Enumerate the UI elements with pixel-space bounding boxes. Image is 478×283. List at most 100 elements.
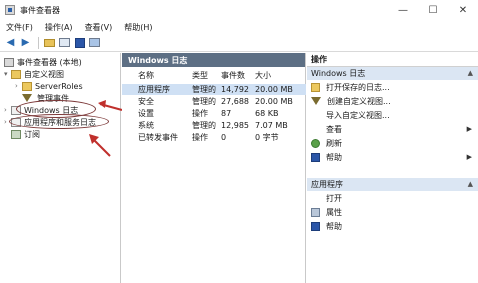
navigation-tree: 事件查看器 (本地) ▾ 自定义视图 › ServerRoles 管理事件 › … (0, 53, 121, 283)
window-title: 事件查看器 (20, 5, 60, 15)
cell-size: 0 字节 (255, 133, 279, 142)
folder-icon (11, 69, 21, 79)
title-bar: 事件查看器 — ☐ ✕ (0, 0, 478, 20)
collapse-caret-icon[interactable]: ▾ (4, 70, 11, 78)
action-view[interactable]: 查看 ▶ (307, 122, 478, 136)
tree-item-root[interactable]: 事件查看器 (本地) (4, 56, 82, 68)
column-header-size[interactable]: 大小 (255, 70, 271, 81)
action-help-app[interactable]: 帮助 (307, 219, 478, 233)
table-row[interactable]: 设置 操作 87 68 KB (122, 108, 306, 119)
cell-count: 0 (221, 133, 227, 142)
close-button[interactable]: ✕ (448, 0, 478, 20)
log-list-pane: Windows 日志 名称 类型 事件数 大小 应用程序 管理的 14,792 … (122, 53, 306, 283)
window-controls: — ☐ ✕ (388, 0, 478, 20)
maximize-button[interactable]: ☐ (418, 0, 448, 20)
open-folder-button[interactable] (43, 36, 56, 49)
cell-size: 20.00 MB (255, 85, 293, 94)
actions-pane: 操作 Windows 日志 ▲ 打开保存的日志... 创建自定义视图... 导入… (307, 53, 478, 283)
toolbar: ◀ ▶ (0, 34, 478, 52)
cell-name: 已转发事件 (138, 133, 178, 142)
table-header: 名称 类型 事件数 大小 (122, 70, 306, 82)
refresh-icon (311, 138, 320, 148)
help-toolbar-button[interactable] (73, 36, 86, 49)
cell-type: 管理的 (192, 97, 216, 106)
event-viewer-app-icon (5, 5, 15, 15)
cell-count: 87 (221, 109, 232, 118)
minimize-button[interactable]: — (388, 0, 418, 20)
actions-section-application[interactable]: 应用程序 ▲ (307, 178, 478, 191)
action-properties[interactable]: 属性 (307, 205, 478, 219)
cell-size: 20.00 MB (255, 97, 293, 106)
cell-name: 系统 (138, 121, 154, 130)
table-row[interactable]: 已转发事件 操作 0 0 字节 (122, 132, 306, 143)
action-create-custom-view[interactable]: 创建自定义视图... (307, 94, 478, 108)
folder-icon (44, 38, 55, 47)
action-label: 属性 (326, 207, 342, 217)
filter-icon (22, 94, 32, 102)
subscriptions-icon (11, 129, 21, 139)
cell-size: 7.07 MB (255, 121, 288, 130)
action-refresh[interactable]: 刷新 (307, 136, 478, 150)
table-row[interactable]: 应用程序 管理的 14,792 20.00 MB (122, 84, 306, 95)
action-label: 帮助 (326, 152, 342, 162)
action-open-saved-log[interactable]: 打开保存的日志... (307, 80, 478, 94)
tree-item-custom-views[interactable]: ▾ 自定义视图 (4, 68, 64, 80)
tree-item-server-roles[interactable]: › ServerRoles (15, 80, 83, 92)
expand-caret-icon[interactable]: › (4, 106, 11, 114)
cell-count: 14,792 (221, 85, 249, 94)
collapse-up-icon[interactable]: ▲ (468, 180, 473, 188)
cell-type: 管理的 (192, 121, 216, 130)
menu-action[interactable]: 操作(A) (45, 22, 73, 33)
action-label: 导入自定义视图... (326, 110, 390, 120)
properties-icon (311, 207, 320, 217)
action-label: 帮助 (326, 221, 342, 231)
folder-icon (22, 81, 32, 91)
help-icon (311, 152, 320, 162)
forward-button[interactable]: ▶ (19, 36, 32, 49)
action-label: 刷新 (326, 138, 342, 148)
column-header-count[interactable]: 事件数 (221, 70, 245, 81)
help-icon (74, 37, 85, 48)
help-icon (311, 221, 320, 231)
forward-arrow-icon: ▶ (21, 37, 30, 48)
action-pane-icon (89, 38, 100, 47)
section-label: Windows 日志 (311, 69, 366, 78)
back-arrow-icon: ◀ (6, 37, 15, 48)
collapse-up-icon[interactable]: ▲ (468, 69, 473, 77)
table-row[interactable]: 安全 管理的 27,688 20.00 MB (122, 96, 306, 107)
show-hide-tree-button[interactable] (58, 36, 71, 49)
cell-name: 设置 (138, 109, 154, 118)
annotation-ellipse-app-service-logs (9, 114, 109, 129)
action-label: 打开保存的日志... (326, 82, 390, 92)
tree-panel-icon (59, 38, 70, 47)
back-button[interactable]: ◀ (4, 36, 17, 49)
section-label: 应用程序 (311, 180, 343, 189)
menu-file[interactable]: 文件(F) (6, 22, 33, 33)
expand-caret-icon[interactable]: › (15, 82, 22, 90)
tree-item-label: 订阅 (24, 129, 40, 139)
cell-type: 操作 (192, 109, 208, 118)
actions-title: 操作 (307, 53, 478, 67)
action-label: 打开 (326, 193, 342, 203)
tree-item-label: ServerRoles (35, 81, 83, 91)
cell-type: 管理的 (192, 85, 216, 94)
actions-section-windows-logs[interactable]: Windows 日志 ▲ (307, 67, 478, 80)
action-help[interactable]: 帮助 ▶ (307, 150, 478, 164)
action-open[interactable]: 打开 (307, 191, 478, 205)
menu-view[interactable]: 查看(V) (85, 22, 113, 33)
column-header-type[interactable]: 类型 (192, 70, 208, 81)
tree-item-label: 事件查看器 (本地) (17, 57, 82, 67)
submenu-arrow-icon: ▶ (466, 153, 472, 161)
tree-item-subscriptions[interactable]: 订阅 (4, 128, 40, 140)
action-import-custom-view[interactable]: 导入自定义视图... (307, 108, 478, 122)
tree-item-label: 自定义视图 (24, 69, 64, 79)
pane-title: Windows 日志 (122, 53, 305, 67)
menu-help[interactable]: 帮助(H) (124, 22, 152, 33)
filter-icon (311, 96, 321, 106)
cell-count: 12,985 (221, 121, 249, 130)
show-hide-action-pane-button[interactable] (88, 36, 101, 49)
column-header-name[interactable]: 名称 (138, 70, 154, 81)
toolbar-separator (38, 36, 39, 49)
cell-name: 应用程序 (138, 85, 170, 94)
table-row[interactable]: 系统 管理的 12,985 7.07 MB (122, 120, 306, 131)
